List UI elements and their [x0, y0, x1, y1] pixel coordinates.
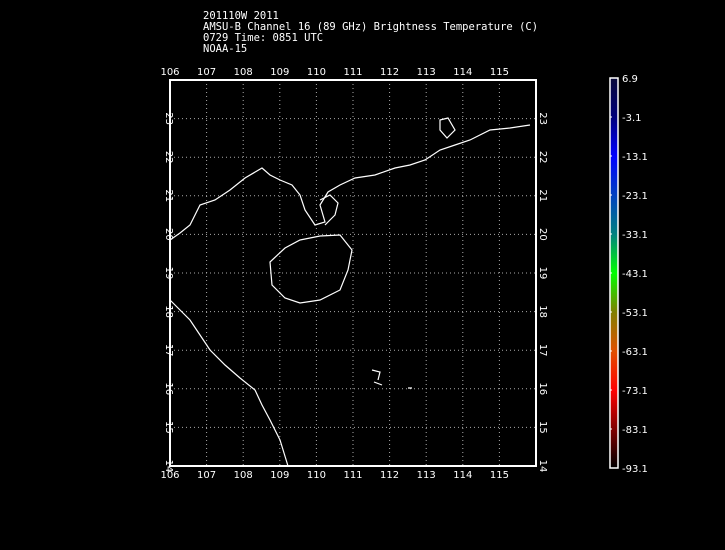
- colorbar-tick-label: -13.1: [622, 152, 648, 163]
- colorbar-tick-label: -43.1: [622, 269, 648, 280]
- y-tick-label-right: 23: [537, 112, 548, 125]
- x-tick-label-bottom: 113: [417, 470, 436, 481]
- y-tick-label-right: 15: [537, 421, 548, 434]
- coastline-hainan: [269, 234, 353, 304]
- coastline-vietnam: [169, 299, 289, 467]
- y-tick-label-right: 22: [537, 151, 548, 164]
- coastline-pearl-islands: [439, 117, 456, 139]
- y-tick-label-left: 23: [163, 112, 174, 125]
- colorbar-tick-label: -23.1: [622, 191, 648, 202]
- x-tick-label-bottom: 107: [197, 470, 216, 481]
- y-tick-label-right: 14: [537, 460, 548, 473]
- y-tick-label-left: 18: [163, 305, 174, 318]
- colorbar-tick-label: -93.1: [622, 464, 648, 475]
- y-tick-label-left: 15: [163, 421, 174, 434]
- x-tick-label-bottom: 109: [270, 470, 289, 481]
- paracel-islands: [371, 369, 412, 389]
- x-tick-label-top: 106: [160, 67, 179, 78]
- colorbar-tick-label: -53.1: [622, 308, 648, 319]
- x-tick-label-bottom: 110: [307, 470, 326, 481]
- y-tick-label-left: 19: [163, 267, 174, 280]
- x-tick-label-top: 108: [234, 67, 253, 78]
- y-tick-label-left: 21: [163, 189, 174, 202]
- x-tick-label-top: 113: [417, 67, 436, 78]
- x-tick-label-bottom: 112: [380, 470, 399, 481]
- grid: [169, 80, 536, 467]
- y-tick-label-left: 22: [163, 151, 174, 164]
- x-tick-label-top: 115: [490, 67, 509, 78]
- colorbar-tick-label: -3.1: [622, 113, 642, 124]
- axis-ticks: 1061061071071081081091091101101111111121…: [160, 67, 548, 481]
- y-tick-label-left: 20: [163, 228, 174, 241]
- coastline-mainland: [169, 124, 531, 241]
- y-tick-label-right: 21: [537, 189, 548, 202]
- x-tick-label-top: 112: [380, 67, 399, 78]
- x-tick-label-top: 109: [270, 67, 289, 78]
- y-tick-label-right: 20: [537, 228, 548, 241]
- y-tick-label-left: 16: [163, 382, 174, 395]
- y-tick-label-right: 16: [537, 382, 548, 395]
- colorbar-tick-label: -33.1: [622, 230, 648, 241]
- colorbar-tick-label: -63.1: [622, 347, 648, 358]
- x-tick-label-bottom: 115: [490, 470, 509, 481]
- colorbar-tick-label: 6.9: [622, 74, 638, 85]
- x-tick-label-bottom: 108: [234, 470, 253, 481]
- map-chart: 1061061071071081081091091101101111111121…: [160, 67, 648, 481]
- coastlines: [169, 117, 531, 467]
- y-tick-label-right: 19: [537, 267, 548, 280]
- x-tick-label-top: 114: [453, 67, 472, 78]
- y-tick-label-left: 17: [163, 344, 174, 357]
- colorbar-tick-label: -73.1: [622, 386, 648, 397]
- colorbar-tick-label: -83.1: [622, 425, 648, 436]
- y-tick-label-right: 18: [537, 305, 548, 318]
- x-tick-label-top: 110: [307, 67, 326, 78]
- x-tick-label-top: 111: [343, 67, 362, 78]
- x-tick-label-bottom: 111: [343, 470, 362, 481]
- x-tick-label-top: 107: [197, 67, 216, 78]
- y-tick-label-left: 14: [163, 460, 174, 473]
- x-tick-label-bottom: 114: [453, 470, 472, 481]
- y-tick-label-right: 17: [537, 344, 548, 357]
